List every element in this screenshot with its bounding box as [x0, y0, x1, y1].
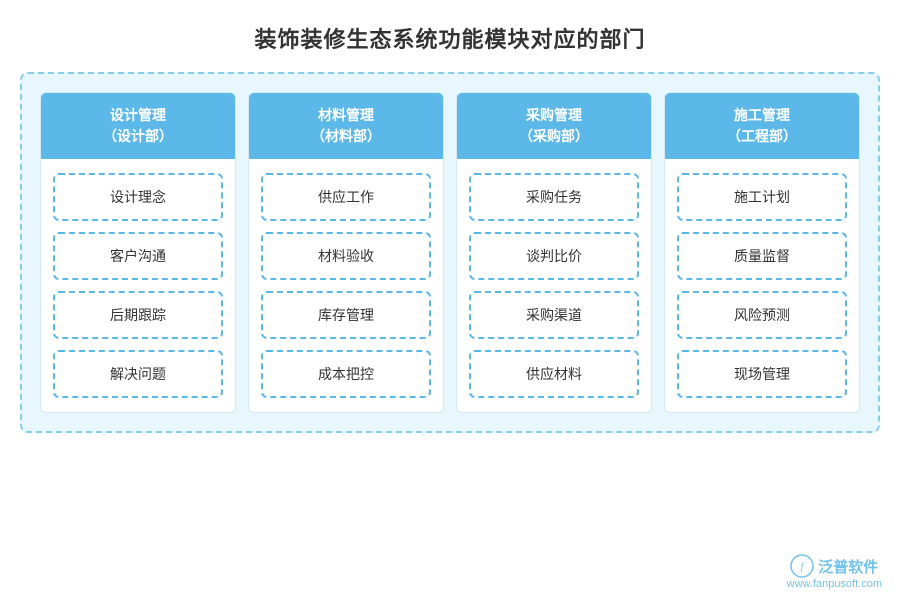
column-design: 设计管理（设计部）设计理念客户沟通后期跟踪解决问题 — [40, 92, 236, 413]
col-items-material: 供应工作材料验收库存管理成本把控 — [249, 159, 443, 412]
watermark-url: www.fanpusoft.com — [787, 578, 882, 590]
svg-text:f: f — [801, 562, 805, 573]
watermark: f 泛普软件 www.fanpusoft.com — [787, 554, 882, 590]
col-header-design: 设计管理（设计部） — [41, 93, 235, 159]
column-material: 材料管理（材料部）供应工作材料验收库存管理成本把控 — [248, 92, 444, 413]
item-design-1: 客户沟通 — [53, 232, 223, 280]
col-items-purchase: 采购任务谈判比价采购渠道供应材料 — [457, 159, 651, 412]
item-material-3: 成本把控 — [261, 350, 431, 398]
page-title: 装饰装修生态系统功能模块对应的部门 — [254, 22, 645, 54]
item-material-0: 供应工作 — [261, 173, 431, 221]
item-construction-3: 现场管理 — [677, 350, 847, 398]
col-header-material: 材料管理（材料部） — [249, 93, 443, 159]
page-wrapper: 装饰装修生态系统功能模块对应的部门 设计管理（设计部）设计理念客户沟通后期跟踪解… — [0, 0, 900, 600]
item-design-3: 解决问题 — [53, 350, 223, 398]
watermark-icon: f — [790, 554, 814, 578]
watermark-logo: f 泛普软件 — [790, 554, 878, 578]
columns-wrapper: 设计管理（设计部）设计理念客户沟通后期跟踪解决问题材料管理（材料部）供应工作材料… — [40, 92, 860, 413]
item-construction-0: 施工计划 — [677, 173, 847, 221]
item-purchase-1: 谈判比价 — [469, 232, 639, 280]
col-header-purchase: 采购管理（采购部） — [457, 93, 651, 159]
column-construction: 施工管理（工程部）施工计划质量监督风险预测现场管理 — [664, 92, 860, 413]
watermark-brand: 泛普软件 — [818, 556, 878, 577]
item-purchase-2: 采购渠道 — [469, 291, 639, 339]
item-construction-1: 质量监督 — [677, 232, 847, 280]
item-purchase-3: 供应材料 — [469, 350, 639, 398]
outer-container: 设计管理（设计部）设计理念客户沟通后期跟踪解决问题材料管理（材料部）供应工作材料… — [20, 72, 880, 433]
col-items-design: 设计理念客户沟通后期跟踪解决问题 — [41, 159, 235, 412]
item-material-2: 库存管理 — [261, 291, 431, 339]
col-items-construction: 施工计划质量监督风险预测现场管理 — [665, 159, 859, 412]
item-design-0: 设计理念 — [53, 173, 223, 221]
col-header-construction: 施工管理（工程部） — [665, 93, 859, 159]
item-design-2: 后期跟踪 — [53, 291, 223, 339]
item-material-1: 材料验收 — [261, 232, 431, 280]
column-purchase: 采购管理（采购部）采购任务谈判比价采购渠道供应材料 — [456, 92, 652, 413]
item-construction-2: 风险预测 — [677, 291, 847, 339]
item-purchase-0: 采购任务 — [469, 173, 639, 221]
